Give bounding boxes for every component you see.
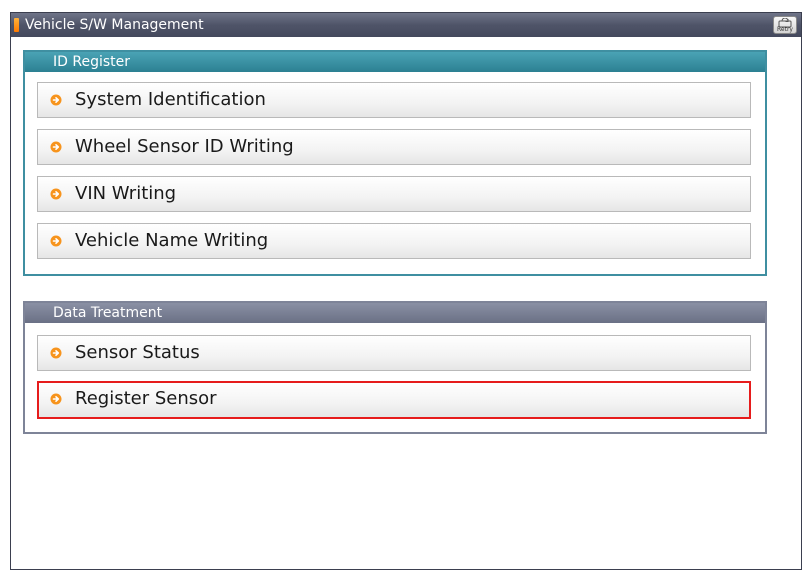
arrow-right-circle-icon [50,347,62,359]
system-identification-item[interactable]: System Identification [37,82,751,118]
item-label: Vehicle Name Writing [75,230,269,251]
arrow-right-circle-icon [50,393,62,405]
retry-label: Retry [777,26,793,33]
arrow-right-circle-icon [50,235,62,247]
id-register-panel: ID Register System Identification Wheel … [23,50,767,276]
window-title: Vehicle S/W Management [25,17,204,33]
vehicle-sw-management-window: Vehicle S/W Management Retry ID Register… [10,12,802,570]
item-label: VIN Writing [75,183,177,204]
data-treatment-header: Data Treatment [25,303,765,323]
vehicle-name-writing-item[interactable]: Vehicle Name Writing [37,223,751,259]
item-label: Wheel Sensor ID Writing [75,136,294,157]
retry-button[interactable]: Retry [773,16,797,34]
id-register-header: ID Register [25,52,765,72]
sensor-status-item[interactable]: Sensor Status [37,335,751,371]
item-label: Sensor Status [75,342,200,363]
wheel-sensor-id-writing-item[interactable]: Wheel Sensor ID Writing [37,129,751,165]
title-bar: Vehicle S/W Management Retry [11,13,801,37]
register-sensor-item[interactable]: Register Sensor [37,381,751,419]
vin-writing-item[interactable]: VIN Writing [37,176,751,212]
data-treatment-panel: Data Treatment Sensor Status Register Se… [23,301,767,434]
arrow-right-circle-icon [50,94,62,106]
arrow-right-circle-icon [50,141,62,153]
item-label: Register Sensor [75,388,217,409]
title-marker-icon [14,18,19,32]
item-label: System Identification [75,89,266,110]
arrow-right-circle-icon [50,188,62,200]
